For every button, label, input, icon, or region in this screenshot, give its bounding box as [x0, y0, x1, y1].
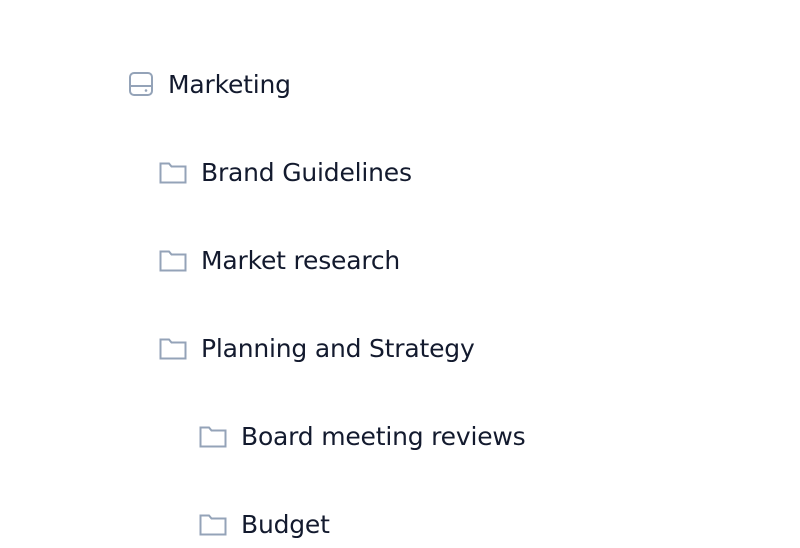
folder-icon	[199, 514, 227, 536]
folder-icon	[199, 426, 227, 448]
drive-icon	[129, 72, 153, 96]
tree-item-budget[interactable]: Budget	[199, 504, 330, 544]
tree-item-marketing[interactable]: Marketing	[128, 64, 291, 104]
folder-icon	[159, 162, 187, 184]
folder-icon	[159, 338, 187, 360]
tree-item-market-research[interactable]: Market research	[159, 240, 400, 280]
tree-item-label: Budget	[241, 509, 330, 539]
tree-item-label: Brand Guidelines	[201, 157, 412, 187]
tree-item-label: Marketing	[168, 69, 291, 99]
tree-item-board-meeting-reviews[interactable]: Board meeting reviews	[199, 416, 526, 456]
tree-item-label: Board meeting reviews	[241, 421, 526, 451]
folder-icon	[159, 250, 187, 272]
tree-item-label: Planning and Strategy	[201, 333, 475, 363]
tree-item-label: Market research	[201, 245, 401, 275]
tree-item-brand-guidelines[interactable]: Brand Guidelines	[159, 152, 412, 192]
tree-item-planning-and-strategy[interactable]: Planning and Strategy	[159, 328, 475, 368]
